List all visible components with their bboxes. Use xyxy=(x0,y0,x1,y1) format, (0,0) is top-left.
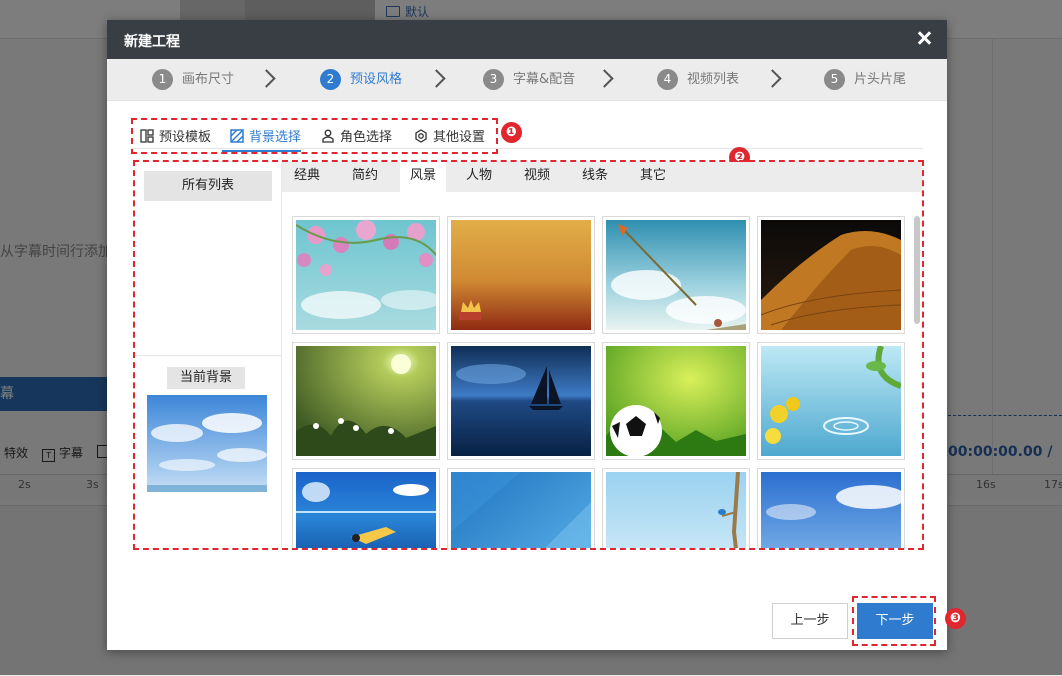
settings-icon xyxy=(415,129,427,143)
tab-background-select[interactable]: 背景选择 xyxy=(221,126,302,152)
current-background-preview xyxy=(147,395,267,492)
thumbnail-grid xyxy=(292,216,914,548)
category-tab[interactable]: 简约 xyxy=(340,162,390,192)
all-list-button[interactable]: 所有列表 xyxy=(144,171,272,201)
thumbnail-pink-blossoms[interactable] xyxy=(292,216,440,334)
step-number: 2 xyxy=(320,69,341,90)
step-label: 字幕&配音 xyxy=(513,72,576,87)
step-preset-style[interactable]: 2 预设风格 xyxy=(320,69,402,90)
thumbnail-soccer-grass[interactable] xyxy=(602,342,750,460)
thumbnail-diver-underwater[interactable] xyxy=(292,468,440,548)
step-canvas-size[interactable]: 1 画布尺寸 xyxy=(152,69,234,90)
wizard-steps: 1 画布尺寸 2 预设风格 3 字幕&配音 4 视频列表 5 片头片尾 xyxy=(107,59,947,101)
divider xyxy=(131,148,923,149)
thumbnail-desert-dunes[interactable] xyxy=(757,216,905,334)
new-project-dialog: 新建工程 1 画布尺寸 2 预设风格 3 字幕&配音 4 视频列表 5 片头片尾 预设模板… xyxy=(107,20,966,650)
chevron-right-icon xyxy=(427,69,446,88)
step-video-list[interactable]: 4 视频列表 xyxy=(657,69,739,90)
chevron-right-icon xyxy=(257,69,276,88)
tab-label: 角色选择 xyxy=(340,130,393,145)
step-number: 4 xyxy=(657,69,678,90)
step-label: 视频列表 xyxy=(687,72,740,87)
step-intro-outro[interactable]: 5 片头片尾 xyxy=(824,69,906,90)
step-number: 1 xyxy=(152,69,173,90)
chevron-right-icon xyxy=(595,69,614,88)
tab-other-settings[interactable]: 其他设置 xyxy=(414,126,485,148)
step-number: 3 xyxy=(483,69,504,90)
thumbnail-blue-abstract[interactable] xyxy=(447,468,595,548)
dialog-header: 新建工程 xyxy=(107,20,947,59)
category-tab[interactable]: 人物 xyxy=(454,162,504,192)
divider xyxy=(137,355,281,356)
step-number: 5 xyxy=(824,69,845,90)
tab-label: 背景选择 xyxy=(249,130,302,145)
left-pane: 所有列表 当前背景 xyxy=(135,162,282,548)
tab-label: 其他设置 xyxy=(433,130,486,145)
person-icon xyxy=(322,129,334,143)
background-selection-panel: 所有列表 当前背景 经典 简约 风景 人物 视频 线条 其它 xyxy=(133,160,924,550)
tab-character-select[interactable]: 角色选择 xyxy=(321,126,392,148)
annotation-badge-1: ❶ xyxy=(501,122,522,143)
category-tab[interactable]: 其它 xyxy=(628,162,678,192)
thumbnail-green-sun[interactable] xyxy=(292,342,440,460)
next-step-button[interactable]: 下一步 xyxy=(857,603,933,639)
step-label: 画布尺寸 xyxy=(182,72,235,87)
step-label: 片头片尾 xyxy=(854,72,907,87)
category-tab[interactable]: 线条 xyxy=(570,162,620,192)
thumbnail-blue-sky[interactable] xyxy=(757,468,905,548)
thumbnail-yellow-flowers[interactable] xyxy=(757,342,905,460)
step-subtitle-dubbing[interactable]: 3 字幕&配音 xyxy=(483,69,575,90)
annotation-badge-3: ❸ xyxy=(945,608,966,629)
scrollbar-thumb[interactable] xyxy=(914,216,920,324)
background-icon xyxy=(230,129,244,143)
tab-label: 预设模板 xyxy=(159,130,212,145)
current-background-label: 当前背景 xyxy=(167,367,245,389)
category-tab[interactable]: 经典 xyxy=(282,162,332,192)
layout-icon xyxy=(140,129,154,143)
category-tab[interactable]: 风景 xyxy=(400,162,446,192)
thumbnail-scrollbar[interactable] xyxy=(914,216,920,546)
thumbnail-bird-branch[interactable] xyxy=(602,468,750,548)
previous-step-button[interactable]: 上一步 xyxy=(772,603,848,639)
category-tab[interactable]: 视频 xyxy=(512,162,562,192)
step-label: 预设风格 xyxy=(350,72,403,87)
chevron-right-icon xyxy=(763,69,782,88)
thumbnail-sailboat-sea[interactable] xyxy=(447,342,595,460)
thumbnail-arrow-sky[interactable] xyxy=(602,216,750,334)
dialog-title: 新建工程 xyxy=(124,34,180,50)
tab-preset-template[interactable]: 预设模板 xyxy=(140,126,211,148)
thumbnail-gold-crown[interactable] xyxy=(447,216,595,334)
category-tabs: 经典 简约 风景 人物 视频 线条 其它 xyxy=(282,162,922,192)
close-icon[interactable] xyxy=(915,29,933,47)
